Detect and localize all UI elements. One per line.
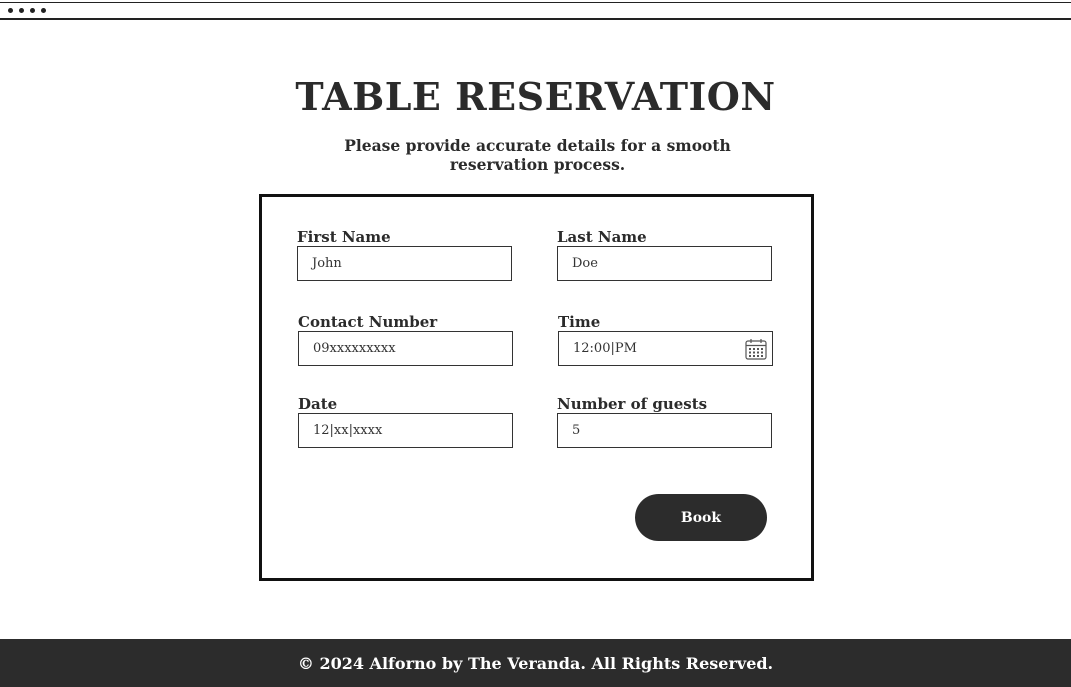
dot-icon — [8, 8, 13, 13]
page-subtitle: Please provide accurate details for a sm… — [344, 136, 731, 174]
contact-number-input[interactable]: 09xxxxxxxxx — [298, 331, 513, 366]
contact-number-value: 09xxxxxxxxx — [313, 341, 396, 356]
first-name-value: John — [312, 256, 342, 271]
last-name-group: Last Name Doe — [557, 228, 772, 281]
date-label: Date — [298, 395, 338, 413]
contact-number-group: Contact Number 09xxxxxxxxx — [298, 313, 513, 366]
book-button[interactable]: Book — [635, 494, 767, 541]
time-value: 12:00|PM — [573, 341, 637, 356]
dot-icon — [30, 8, 35, 13]
time-input[interactable]: 12:00|PM — [558, 331, 773, 366]
last-name-input[interactable]: Doe — [557, 246, 772, 281]
first-name-label: First Name — [297, 228, 391, 246]
time-group: Time 12:00|PM — [558, 313, 773, 366]
contact-number-label: Contact Number — [298, 313, 438, 331]
date-input[interactable]: 12|xx|xxxx — [298, 413, 513, 448]
footer: © 2024 Alforno by The Veranda. All Right… — [0, 639, 1071, 687]
dot-icon — [19, 8, 24, 13]
window-top-bar — [0, 2, 1071, 20]
page-title: TABLE RESERVATION — [295, 74, 776, 119]
guests-group: Number of guests 5 — [557, 395, 772, 448]
window-dots — [8, 8, 46, 13]
calendar-icon[interactable] — [744, 337, 768, 361]
first-name-input[interactable]: John — [297, 246, 512, 281]
footer-copyright: © 2024 Alforno by The Veranda. All Right… — [297, 653, 774, 673]
time-label: Time — [558, 313, 601, 331]
guests-label: Number of guests — [557, 395, 708, 413]
date-value: 12|xx|xxxx — [313, 423, 383, 438]
dot-icon — [41, 8, 46, 13]
date-group: Date 12|xx|xxxx — [298, 395, 513, 448]
guests-input[interactable]: 5 — [557, 413, 772, 448]
reservation-form: First Name John Last Name Doe Contact Nu… — [259, 194, 814, 581]
first-name-group: First Name John — [297, 228, 512, 281]
guests-value: 5 — [572, 423, 581, 438]
last-name-label: Last Name — [557, 228, 647, 246]
last-name-value: Doe — [572, 256, 598, 271]
